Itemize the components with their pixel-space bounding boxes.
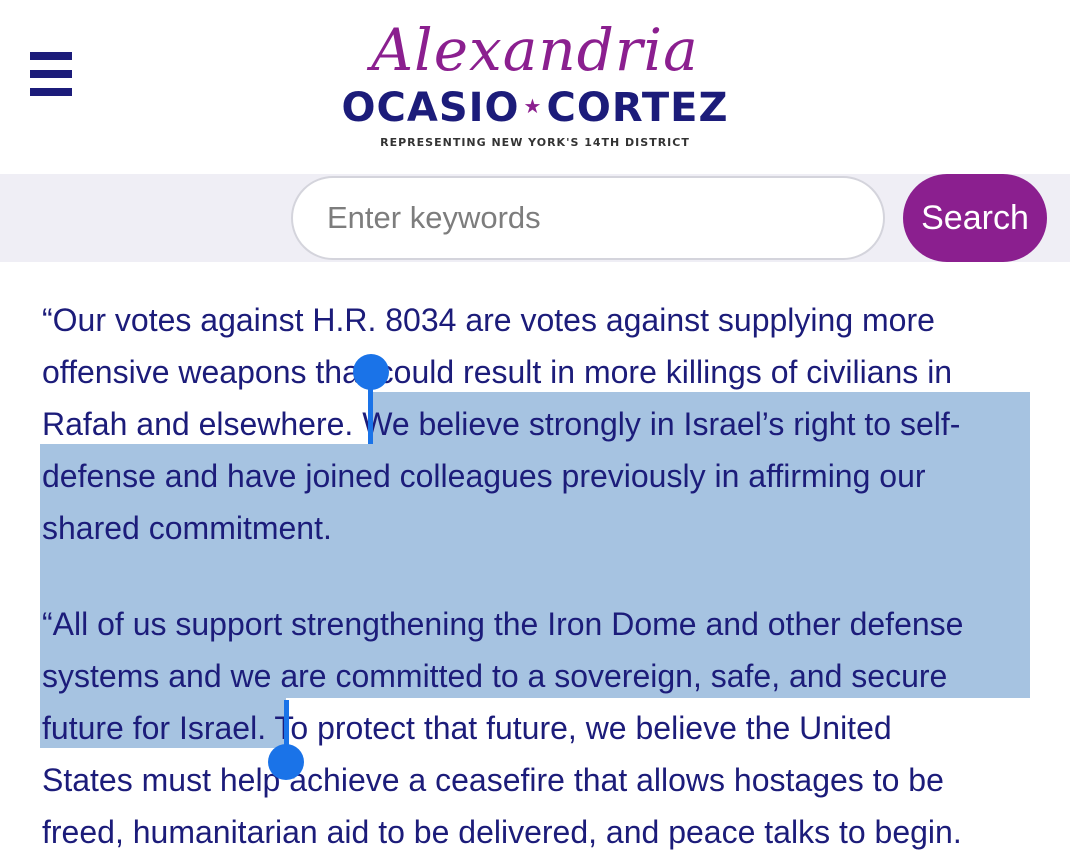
search-bar: Search xyxy=(0,174,1070,262)
article-line: shared commitment. xyxy=(42,510,332,546)
article-line: Rafah and elsewhere. We believe strongly… xyxy=(42,406,961,442)
menu-bar xyxy=(30,52,72,60)
logo-last-name: CORTEZ xyxy=(546,85,729,131)
article-line: defense and have joined colleagues previ… xyxy=(42,458,926,494)
star-icon: ★ xyxy=(523,94,543,118)
article-line: future for Israel. To protect that futur… xyxy=(42,710,892,746)
hamburger-menu-icon[interactable] xyxy=(30,52,72,96)
article-line: “All of us support strengthening the Iro… xyxy=(42,606,964,642)
logo-surname: OCASIO ★ CORTEZ xyxy=(325,82,745,140)
selection-end-caret xyxy=(284,700,289,750)
logo-script-name: Alexandria xyxy=(371,16,699,84)
site-logo[interactable]: Alexandria OCASIO ★ CORTEZ REPRESENTING NE… xyxy=(325,8,745,158)
logo-first-name: OCASIO xyxy=(341,85,520,131)
selection-end-handle[interactable] xyxy=(268,744,304,780)
article-line: “Our votes against H.R. 8034 are votes a… xyxy=(42,302,935,338)
search-input[interactable] xyxy=(291,176,885,260)
logo-tagline: REPRESENTING NEW YORK'S 14TH DISTRICT xyxy=(380,136,690,149)
article-body: “Our votes against H.R. 8034 are votes a… xyxy=(0,262,1070,868)
search-button[interactable]: Search xyxy=(903,174,1047,262)
selection-start-caret xyxy=(368,382,373,444)
menu-bar xyxy=(30,88,72,96)
selection-start-handle[interactable] xyxy=(353,354,389,390)
article-line: offensive weapons that could result in m… xyxy=(42,354,953,390)
site-header: Alexandria OCASIO ★ CORTEZ REPRESENTING NE… xyxy=(0,0,1070,174)
article-line: freed, humanitarian aid to be delivered,… xyxy=(42,814,962,850)
article-line: systems and we are committed to a sovere… xyxy=(42,658,948,694)
article-line: States must help achieve a ceasefire tha… xyxy=(42,762,944,798)
menu-bar xyxy=(30,70,72,78)
